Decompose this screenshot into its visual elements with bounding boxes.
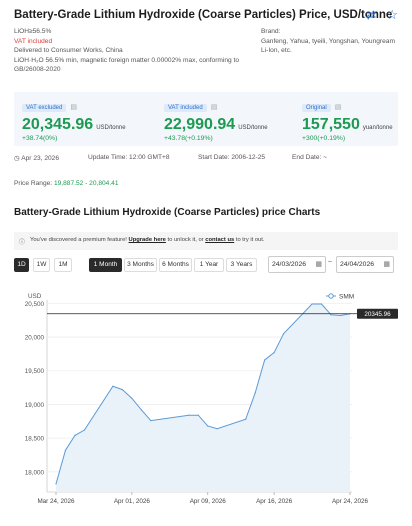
contact-link[interactable]: contact us — [205, 237, 234, 243]
data-point — [216, 428, 218, 430]
price-range: Price Range: 19,887.52 - 20,804.41 — [14, 180, 119, 187]
btn-1d[interactable]: 1D — [14, 258, 29, 272]
spec-purity: LiOH≥56.5% — [14, 28, 52, 35]
data-point — [64, 449, 67, 451]
y-tick-label: 20,000 — [25, 335, 45, 342]
data-point — [74, 434, 76, 437]
info-icon[interactable]: ▤ — [70, 103, 77, 111]
date-separator: ~ — [328, 259, 333, 266]
data-point — [197, 414, 199, 416]
price-tag: VAT excluded — [22, 104, 67, 112]
charts-title: Battery-Grade Lithium Hydroxide (Coarse … — [14, 207, 321, 218]
swap-icon[interactable]: ⇄ — [365, 7, 376, 23]
brand-list: Ganfeng, Yahua, tyeili, Yongshan, Youngr… — [261, 37, 395, 55]
y-tick-label: 18,500 — [25, 436, 45, 443]
data-point — [245, 418, 247, 420]
y-axis-label: USD — [28, 293, 42, 300]
legend-marker — [328, 293, 334, 299]
price-range-value: 19,887.52 - 20,804.41 — [53, 180, 119, 187]
brand-label: Brand: — [261, 28, 281, 35]
price-unit: yuan/tonne — [362, 125, 393, 131]
spec-standard: LiOH·H₂O 56.5% min, magnetic foreign mat… — [14, 56, 240, 74]
btn-1-month[interactable]: 1 Month — [89, 258, 122, 272]
price-date: ◷ Apr 23, 2026 — [14, 155, 59, 162]
btn-3-months[interactable]: 3 Months — [124, 258, 157, 272]
x-tick-label: Apr 01, 2026 — [114, 498, 151, 505]
start-date: Start Date: 2006-12-25 — [198, 154, 266, 161]
price-unit: USD/tonne — [96, 125, 126, 131]
price-original: Original ▤ 157,550 yuan/tonne +300(+0.19%) — [302, 96, 393, 142]
x-tick-label: Mar 24, 2026 — [37, 498, 75, 505]
brand-info: Brand: Ganfeng, Yahua, tyeili, Yongshan,… — [261, 27, 401, 56]
data-point — [339, 314, 342, 317]
info-icon[interactable]: ▤ — [211, 103, 218, 111]
spec-vat: VAT included — [14, 37, 53, 45]
data-point — [83, 429, 86, 431]
page-title: Battery-Grade Lithium Hydroxide (Coarse … — [14, 9, 393, 21]
y-tick-label: 18,000 — [25, 469, 45, 476]
date-from-input[interactable]: 24/03/2026 ▦ — [268, 256, 326, 273]
data-point — [264, 359, 266, 361]
calendar-icon[interactable]: ▦ — [315, 257, 322, 272]
data-point — [320, 303, 323, 305]
date-to-input[interactable]: 24/04/2026 ▦ — [336, 256, 394, 273]
btn-1m[interactable]: 1M — [54, 258, 72, 272]
data-point — [121, 389, 123, 391]
data-point — [207, 425, 209, 427]
series-area — [56, 304, 350, 492]
price-panel: VAT excluded ▤ 20,345.96 USD/tonne +38.74(… — [14, 92, 398, 146]
spec-delivery: Delivered to Consumer Works, China — [14, 47, 123, 55]
data-point — [112, 385, 114, 387]
data-point — [311, 303, 313, 305]
x-tick-label: Apr 24, 2026 — [332, 498, 369, 505]
star-icon[interactable]: ☆ — [386, 7, 398, 23]
calendar-icon[interactable]: ▦ — [383, 257, 390, 272]
x-tick-label: Apr 09, 2026 — [190, 498, 227, 505]
data-point — [188, 414, 190, 416]
price-change: +300(+0.19%) — [302, 135, 346, 142]
price-vat-included: VAT included ▤ 22,990.94 USD/tonne +43.78(… — [164, 96, 268, 142]
data-point — [131, 397, 133, 399]
data-point — [254, 392, 256, 394]
price-change: +43.78(+0.19%) — [164, 135, 213, 142]
price-vat-excluded: VAT excluded ▤ 20,345.96 USD/tonne +38.74(… — [22, 96, 126, 142]
data-point — [55, 483, 57, 485]
x-tick-label: Apr 16, 2026 — [256, 498, 293, 505]
info-icon[interactable]: ▤ — [335, 103, 342, 111]
price-tag: VAT included — [164, 104, 207, 112]
end-date: End Date: ~ — [292, 154, 328, 161]
data-point — [150, 419, 152, 422]
price-tag: Original — [302, 104, 331, 112]
btn-6-months[interactable]: 6 Months — [159, 258, 192, 272]
btn-1w[interactable]: 1W — [33, 258, 50, 272]
current-value-label: 20345.96 — [364, 311, 391, 318]
price-value: 157,550 — [302, 116, 360, 133]
data-point — [140, 409, 142, 411]
data-point — [330, 314, 332, 316]
data-point — [283, 333, 285, 335]
spec-details: LiOH≥56.5% VAT included Delivered to Con… — [14, 27, 260, 75]
price-unit: USD/tonne — [238, 125, 268, 131]
upgrade-link[interactable]: Upgrade here — [129, 237, 166, 243]
btn-1-year[interactable]: 1 Year — [194, 258, 224, 272]
update-time: Update Time: 12:00 GMT+8 — [88, 154, 170, 161]
data-point — [273, 351, 275, 354]
y-tick-label: 20,500 — [25, 301, 45, 308]
y-tick-label: 19,000 — [25, 402, 45, 409]
btn-3-years[interactable]: 3 Years — [226, 258, 257, 272]
price-change: +38.74(0%) — [22, 135, 58, 142]
premium-notice: ⓘ You've discovered a premium feature! U… — [14, 232, 398, 250]
price-value: 22,990.94 — [164, 116, 236, 133]
info-circle-icon: ⓘ — [19, 240, 26, 246]
price-chart: 18,000 18,500 19,000 19,500 20,000 20,500USD M… — [25, 293, 398, 505]
legend-label: SMM — [339, 294, 354, 301]
y-tick-label: 19,500 — [25, 368, 45, 375]
price-value: 20,345.96 — [22, 116, 94, 133]
